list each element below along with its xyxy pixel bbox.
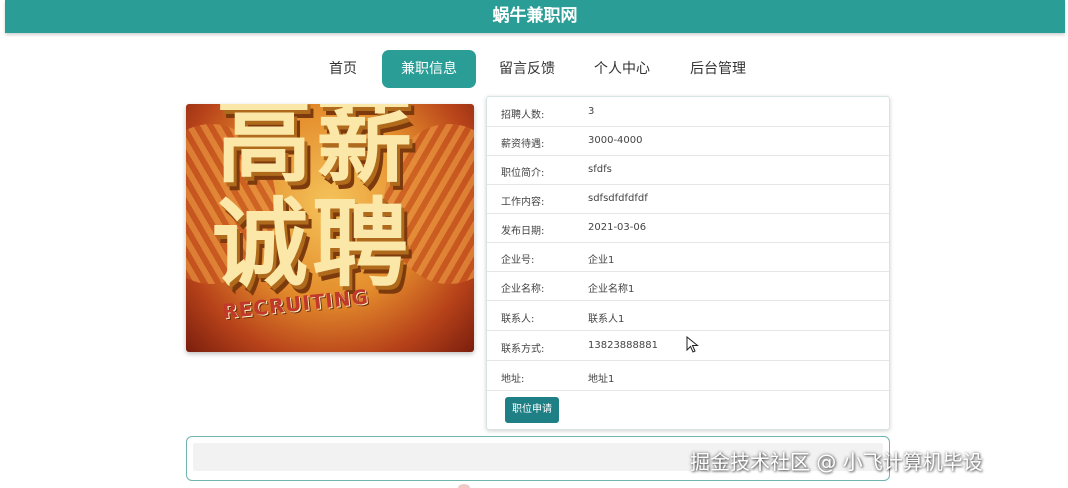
- poster-line-1: 高薪: [216, 104, 416, 196]
- job-row-salary: 薪资待遇: 3000-4000: [487, 127, 889, 156]
- nav-job-info[interactable]: 兼职信息: [382, 50, 476, 88]
- main-nav: 首页 兼职信息 留言反馈 个人中心 后台管理: [0, 48, 1068, 90]
- poster-line-2: 诚聘: [212, 187, 412, 300]
- job-detail-card: 招聘人数: 3 薪资待遇: 3000-4000 职位简介: sfdfs 工作内容…: [486, 96, 890, 430]
- watermark-text: 掘金技术社区 @ 小飞计算机毕设: [690, 450, 983, 474]
- job-row-contact-person: 联系人: 联系人1: [487, 302, 889, 331]
- nav-personal-center[interactable]: 个人中心: [587, 51, 657, 87]
- job-row-headcount: 招聘人数: 3: [487, 98, 889, 127]
- decorative-dot: [458, 484, 470, 488]
- mouse-cursor-icon: [686, 336, 699, 353]
- site-title: 蜗牛兼职网: [492, 6, 578, 26]
- job-row-company-name: 企业名称: 企业名称1: [487, 272, 889, 301]
- job-row-address: 地址: 地址1: [487, 362, 889, 391]
- job-row-publish-date: 发布日期: 2021-03-06: [487, 214, 889, 243]
- job-row-company-id: 企业号: 企业1: [487, 243, 889, 272]
- nav-feedback[interactable]: 留言反馈: [492, 51, 562, 87]
- nav-admin[interactable]: 后台管理: [683, 51, 753, 87]
- job-row-summary: 职位简介: sfdfs: [487, 156, 889, 185]
- apply-job-button[interactable]: 职位申请: [505, 397, 559, 423]
- site-header: 蜗牛兼职网: [5, 0, 1065, 33]
- nav-home[interactable]: 首页: [318, 51, 368, 87]
- job-poster-image: 高薪 诚聘 RECRUITING: [186, 104, 474, 352]
- job-row-content: 工作内容: sdfsdfdfdfdf: [487, 185, 889, 214]
